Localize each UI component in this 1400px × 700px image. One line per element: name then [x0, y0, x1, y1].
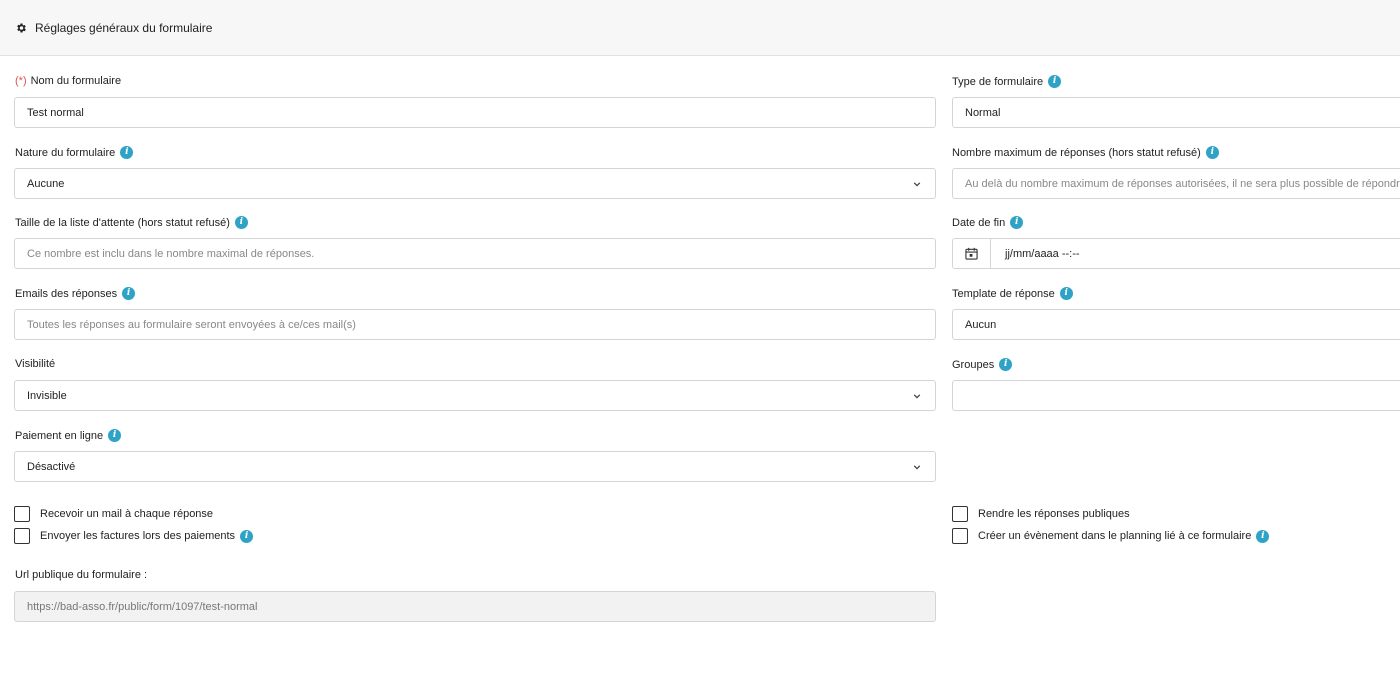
- nom-label: (*) Nom du formulaire: [15, 75, 122, 87]
- info-icon[interactable]: i: [1205, 146, 1219, 159]
- emails-label: Emails des réponses i: [15, 287, 136, 300]
- chevron-down-icon: [913, 465, 921, 470]
- calendar-addon[interactable]: [953, 239, 991, 268]
- nom-input[interactable]: Test normal: [14, 97, 936, 128]
- liste-attente-input[interactable]: Ce nombre est inclu dans le nombre maxim…: [14, 238, 936, 269]
- template-select[interactable]: Aucun: [952, 309, 1400, 340]
- nature-select[interactable]: Aucune: [14, 168, 936, 199]
- info-icon[interactable]: i: [122, 287, 136, 300]
- info-icon[interactable]: i: [234, 216, 248, 229]
- type-select[interactable]: Normal: [952, 97, 1400, 128]
- url-publique-label: Url publique du formulaire :: [15, 569, 148, 581]
- info-icon[interactable]: i: [1010, 216, 1024, 229]
- envoyer-factures-checkbox[interactable]: Envoyer les factures lors des paiements …: [14, 528, 254, 544]
- nature-label: Nature du formulaire i: [15, 146, 134, 159]
- type-label: Type de formulaire i: [952, 75, 1062, 88]
- info-icon[interactable]: i: [1048, 75, 1062, 88]
- recevoir-mail-checkbox[interactable]: Recevoir un mail à chaque réponse: [14, 506, 213, 522]
- section-header: Réglages généraux du formulaire: [0, 0, 1400, 56]
- required-marker: (*): [15, 75, 27, 87]
- date-fin-input[interactable]: jj/mm/aaaa --:--: [952, 238, 1400, 269]
- section-title: Réglages généraux du formulaire: [35, 20, 213, 35]
- evenement-planning-checkbox[interactable]: Créer un évènement dans le planning lié …: [952, 528, 1270, 544]
- calendar-icon: [965, 247, 978, 260]
- paiement-select[interactable]: Désactivé: [14, 451, 936, 482]
- max-reponses-input[interactable]: Au delà du nombre maximum de réponses au…: [952, 168, 1400, 199]
- groupes-label: Groupes i: [952, 358, 1013, 371]
- date-fin-label: Date de fin i: [952, 216, 1024, 229]
- info-icon[interactable]: i: [1059, 287, 1073, 300]
- reponses-publiques-checkbox[interactable]: Rendre les réponses publiques: [952, 506, 1130, 522]
- checkbox-box[interactable]: [14, 528, 30, 544]
- groupes-select[interactable]: [952, 380, 1400, 411]
- paiement-label: Paiement en ligne i: [15, 429, 122, 442]
- info-icon[interactable]: i: [120, 146, 134, 159]
- info-icon[interactable]: i: [240, 529, 254, 543]
- liste-attente-label: Taille de la liste d'attente (hors statu…: [15, 216, 248, 229]
- checkbox-box[interactable]: [14, 506, 30, 522]
- visibilite-label: Visibilité: [15, 358, 56, 370]
- max-reponses-label: Nombre maximum de réponses (hors statut …: [952, 146, 1219, 159]
- checkbox-box[interactable]: [952, 506, 968, 522]
- chevron-down-icon: [913, 182, 921, 187]
- info-icon[interactable]: i: [999, 358, 1013, 371]
- url-publique-input[interactable]: https://bad-asso.fr/public/form/1097/tes…: [14, 591, 936, 622]
- template-label: Template de réponse i: [952, 287, 1073, 300]
- chevron-down-icon: [913, 394, 921, 399]
- info-icon[interactable]: i: [108, 429, 122, 442]
- visibilite-select[interactable]: Invisible: [14, 380, 936, 411]
- info-icon[interactable]: i: [1256, 529, 1270, 543]
- gear-icon: [17, 23, 26, 32]
- emails-input[interactable]: Toutes les réponses au formulaire seront…: [14, 309, 936, 340]
- checkbox-box[interactable]: [952, 528, 968, 544]
